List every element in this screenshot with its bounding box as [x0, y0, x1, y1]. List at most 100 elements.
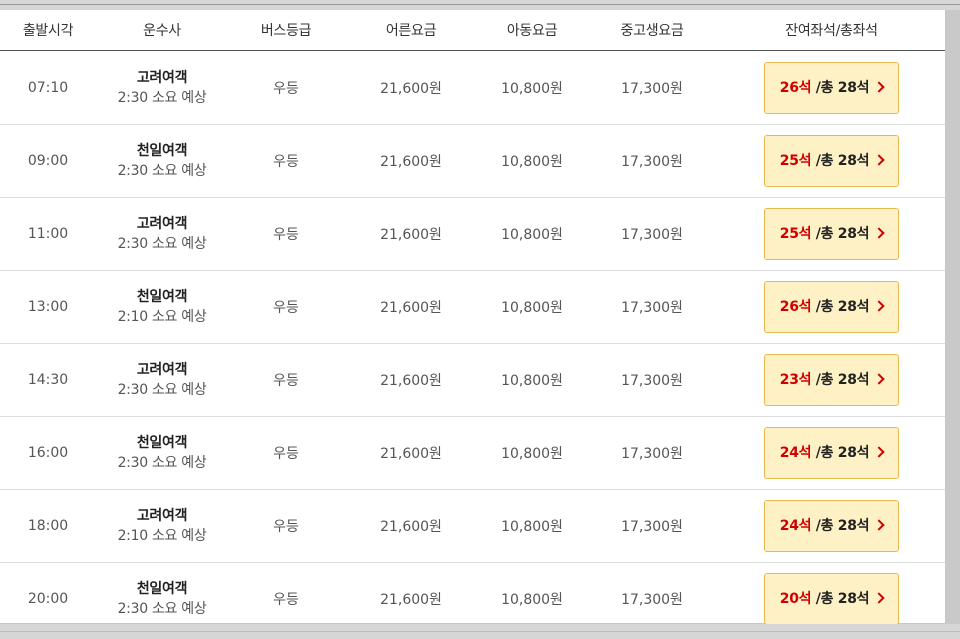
header-row: 출발시각 운수사 버스등급 어른요금 아동요금 중고생요금 잔여좌석/총좌석 [0, 10, 945, 51]
child-fare: 10,800원 [478, 124, 586, 198]
seats-cell: 26석 /총 28석 [718, 50, 945, 125]
remaining-seats: 23석 [779, 372, 812, 388]
top-divider [0, 4, 960, 5]
table-row: 13:00 천일여객 2:10 소요 예상 우등 21,600원 10,800원… [0, 270, 945, 344]
carrier-name: 천일여객 [136, 143, 188, 159]
seat-select-button[interactable]: 25석 /총 28석 [764, 135, 899, 187]
bus-grade: 우등 [228, 124, 344, 198]
adult-fare: 21,600원 [344, 416, 478, 490]
table-row: 07:10 고려여객 2:30 소요 예상 우등 21,600원 10,800원… [0, 50, 945, 125]
header-child-fare: 아동요금 [478, 10, 586, 51]
carrier-cell: 고려여객 2:30 소요 예상 [96, 343, 228, 417]
chevron-right-icon [873, 519, 885, 531]
adult-fare: 21,600원 [344, 270, 478, 344]
carrier-name: 고려여객 [136, 69, 188, 86]
student-fare: 17,300원 [586, 124, 718, 198]
departure-time: 14:30 [0, 343, 96, 417]
child-fare: 10,800원 [478, 343, 586, 417]
total-seats: /총 28석 [811, 153, 870, 169]
seat-select-button[interactable]: 26석 /총 28석 [764, 281, 899, 333]
total-seats: /총 28석 [811, 591, 870, 607]
carrier-cell: 고려여객 2:10 소요 예상 [96, 489, 228, 563]
right-scroll-rail [946, 10, 960, 624]
remaining-seats: 26석 [779, 299, 812, 315]
chevron-right-icon [873, 446, 885, 458]
table-row: 18:00 고려여객 2:10 소요 예상 우등 21,600원 10,800원… [0, 489, 945, 563]
seats-cell: 25석 /총 28석 [718, 124, 945, 198]
student-fare: 17,300원 [586, 343, 718, 417]
bus-grade: 우등 [228, 270, 344, 344]
adult-fare: 21,600원 [344, 50, 478, 125]
estimated-duration: 2:30 소요 예상 [117, 601, 207, 617]
carrier-name: 고려여객 [136, 216, 188, 232]
student-fare: 17,300원 [586, 197, 718, 271]
carrier-cell: 천일여객 2:10 소요 예상 [96, 270, 228, 344]
chevron-right-icon [873, 154, 885, 166]
seat-select-button[interactable]: 24석 /총 28석 [764, 427, 899, 479]
window-frame: 출발시각 운수사 버스등급 어른요금 아동요금 중고생요금 잔여좌석/총좌석 0… [0, 0, 960, 639]
carrier-cell: 고려여객 2:30 소요 예상 [96, 197, 228, 271]
table-row: 09:00 천일여객 2:30 소요 예상 우등 21,600원 10,800원… [0, 124, 945, 198]
seat-select-button[interactable]: 26석 /총 28석 [764, 61, 899, 114]
chevron-right-icon [873, 227, 885, 239]
seats-cell: 26석 /총 28석 [718, 270, 945, 344]
carrier-cell: 천일여객 2:30 소요 예상 [96, 124, 228, 198]
bus-grade: 우등 [228, 50, 344, 125]
total-seats: /총 28석 [811, 79, 870, 96]
carrier-cell: 천일여객 2:30 소요 예상 [96, 416, 228, 490]
bus-grade: 우등 [228, 197, 344, 271]
estimated-duration: 2:30 소요 예상 [117, 89, 207, 106]
table-body: 07:10 고려여객 2:30 소요 예상 우등 21,600원 10,800원… [0, 50, 945, 636]
chevron-right-icon [873, 373, 885, 385]
child-fare: 10,800원 [478, 489, 586, 563]
carrier-name: 고려여객 [136, 362, 188, 378]
chevron-right-icon [873, 300, 885, 312]
chevron-right-icon [873, 592, 885, 604]
chevron-right-icon [873, 80, 885, 93]
estimated-duration: 2:30 소요 예상 [117, 236, 207, 252]
seat-select-button[interactable]: 24석 /총 28석 [764, 500, 899, 552]
seat-select-button[interactable]: 23석 /총 28석 [764, 354, 899, 406]
seat-select-button[interactable]: 20석 /총 28석 [764, 573, 899, 625]
bottom-divider [0, 631, 960, 632]
carrier-name: 천일여객 [136, 435, 188, 451]
departure-time: 07:10 [0, 50, 96, 125]
bus-grade: 우등 [228, 416, 344, 490]
departure-time: 11:00 [0, 197, 96, 271]
total-seats: /총 28석 [811, 372, 870, 388]
total-seats: /총 28석 [811, 299, 870, 315]
total-seats: /총 28석 [811, 226, 870, 242]
table-header: 출발시각 운수사 버스등급 어른요금 아동요금 중고생요금 잔여좌석/총좌석 [0, 10, 945, 51]
table-row: 14:30 고려여객 2:30 소요 예상 우등 21,600원 10,800원… [0, 343, 945, 417]
student-fare: 17,300원 [586, 270, 718, 344]
seat-select-button[interactable]: 25석 /총 28석 [764, 208, 899, 260]
remaining-seats: 24석 [779, 518, 812, 534]
table-row: 16:00 천일여객 2:30 소요 예상 우등 21,600원 10,800원… [0, 416, 945, 490]
seats-cell: 24석 /총 28석 [718, 489, 945, 563]
adult-fare: 21,600원 [344, 197, 478, 271]
timetable-panel: 출발시각 운수사 버스등급 어른요금 아동요금 중고생요금 잔여좌석/총좌석 0… [0, 10, 946, 636]
carrier-name: 천일여객 [136, 581, 188, 597]
header-seats: 잔여좌석/총좌석 [718, 10, 945, 51]
total-seats: /총 28석 [811, 518, 870, 534]
child-fare: 10,800원 [478, 416, 586, 490]
estimated-duration: 2:30 소요 예상 [117, 382, 207, 398]
estimated-duration: 2:10 소요 예상 [117, 309, 207, 325]
remaining-seats: 25석 [779, 153, 812, 169]
carrier-cell: 고려여객 2:30 소요 예상 [96, 50, 228, 125]
bus-timetable: 출발시각 운수사 버스등급 어른요금 아동요금 중고생요금 잔여좌석/총좌석 0… [0, 10, 945, 636]
student-fare: 17,300원 [586, 416, 718, 490]
child-fare: 10,800원 [478, 197, 586, 271]
departure-time: 13:00 [0, 270, 96, 344]
adult-fare: 21,600원 [344, 343, 478, 417]
bus-grade: 우등 [228, 343, 344, 417]
departure-time: 16:00 [0, 416, 96, 490]
student-fare: 17,300원 [586, 489, 718, 563]
departure-time: 18:00 [0, 489, 96, 563]
header-adult-fare: 어른요금 [344, 10, 478, 51]
header-student-fare: 중고생요금 [586, 10, 718, 51]
header-bus-grade: 버스등급 [228, 10, 344, 51]
child-fare: 10,800원 [478, 270, 586, 344]
remaining-seats: 20석 [779, 591, 812, 607]
seats-cell: 23석 /총 28석 [718, 343, 945, 417]
